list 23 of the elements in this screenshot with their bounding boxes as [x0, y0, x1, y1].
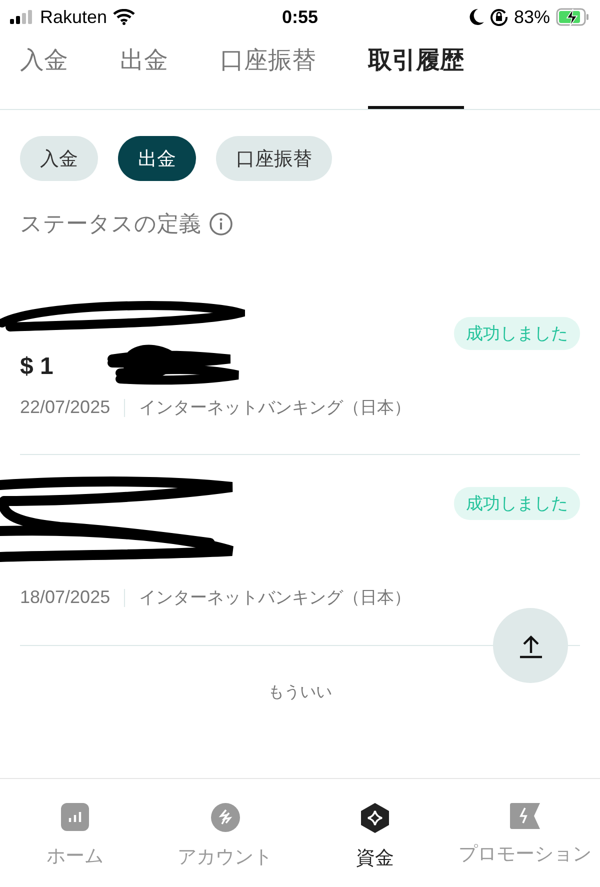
- battery-percent: 83%: [514, 6, 550, 28]
- filter-chip[interactable]: 出金: [118, 136, 196, 181]
- nav-item[interactable]: ホーム: [0, 779, 150, 887]
- nav-item[interactable]: 資金: [300, 779, 450, 887]
- transaction-date: 18/07/2025: [20, 587, 110, 608]
- payment-method: インターネットバンキング（日本）: [139, 587, 412, 609]
- filter-chip[interactable]: 入金: [20, 136, 98, 181]
- status-definition-label: ステータスの定義: [20, 211, 201, 239]
- tab[interactable]: 出金: [120, 34, 168, 109]
- nav-item[interactable]: アカウント: [150, 779, 300, 887]
- amount: $ 1: [20, 353, 54, 381]
- end-of-list-text: もういい: [267, 681, 333, 703]
- carrier-name: Rakuten: [40, 6, 108, 28]
- tab[interactable]: 取引履歴: [368, 34, 464, 109]
- nav-item[interactable]: プロモーション: [450, 779, 600, 887]
- transaction-date: 22/07/2025: [20, 397, 110, 418]
- tab[interactable]: 口座振替: [220, 34, 316, 109]
- payment-method: インターネットバンキング（日本）: [139, 397, 412, 419]
- status-badge: 成功しました: [454, 317, 580, 350]
- clock-time: 0:55: [282, 6, 318, 28]
- tab[interactable]: 入金: [20, 34, 68, 109]
- filter-chip[interactable]: 口座振替: [216, 136, 332, 181]
- status-badge: 成功しました: [454, 487, 580, 520]
